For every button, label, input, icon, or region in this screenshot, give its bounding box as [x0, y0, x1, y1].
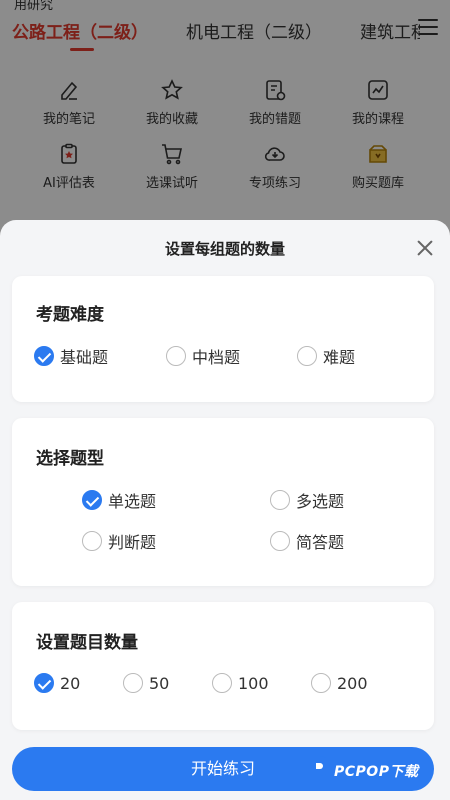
checkbox-empty-icon — [270, 490, 290, 510]
type-option-true-false[interactable]: 判断题 — [82, 529, 156, 553]
checkbox-empty-icon — [311, 673, 331, 693]
question-count-card: 设置题目数量 20 50 100 200 — [12, 602, 434, 730]
difficulty-option-basic[interactable]: 基础题 — [34, 344, 108, 368]
practice-settings-sheet: 设置每组题的数量 考题难度 基础题 中档题 难题 选择题型 单选题 多选题 判断… — [0, 220, 450, 800]
count-option-20[interactable]: 20 — [34, 673, 80, 693]
difficulty-title: 考题难度 — [36, 305, 104, 325]
difficulty-card: 考题难度 基础题 中档题 难题 — [12, 276, 434, 402]
checkbox-empty-icon — [297, 346, 317, 366]
type-option-multiple-choice[interactable]: 多选题 — [270, 488, 344, 512]
sheet-title: 设置每组题的数量 — [164, 240, 285, 258]
checkbox-empty-icon — [270, 531, 290, 551]
type-option-single-choice[interactable]: 单选题 — [82, 488, 156, 512]
question-type-card: 选择题型 单选题 多选题 判断题 简答题 — [12, 418, 434, 586]
option-label: 50 — [149, 673, 170, 693]
option-label: 100 — [238, 673, 269, 693]
type-option-short-answer[interactable]: 简答题 — [270, 529, 344, 553]
option-label: 简答题 — [296, 533, 345, 552]
difficulty-option-medium[interactable]: 中档题 — [166, 344, 240, 368]
count-option-200[interactable]: 200 — [311, 673, 368, 693]
option-label: 基础题 — [60, 348, 109, 367]
question-type-title: 选择题型 — [36, 449, 104, 469]
checkbox-empty-icon — [123, 673, 143, 693]
option-label: 判断题 — [108, 533, 157, 552]
question-count-title: 设置题目数量 — [36, 633, 138, 653]
close-icon[interactable] — [415, 238, 435, 258]
option-label: 难题 — [323, 348, 356, 367]
option-label: 中档题 — [192, 348, 241, 367]
checkbox-empty-icon — [212, 673, 232, 693]
difficulty-option-hard[interactable]: 难题 — [297, 344, 355, 368]
watermark-text: PCPOP下载 — [334, 764, 419, 780]
checkbox-empty-icon — [82, 531, 102, 551]
option-label: 20 — [60, 673, 81, 693]
option-label: 多选题 — [296, 492, 345, 511]
checkbox-empty-icon — [166, 346, 186, 366]
option-label: 单选题 — [108, 492, 157, 511]
option-label: 200 — [337, 673, 368, 693]
watermark-logo-icon — [308, 756, 330, 784]
checkbox-checked-icon — [82, 490, 102, 510]
watermark: PCPOP下载 — [304, 752, 444, 788]
checkbox-checked-icon — [34, 673, 54, 693]
count-option-50[interactable]: 50 — [123, 673, 169, 693]
checkbox-checked-icon — [34, 346, 54, 366]
count-option-100[interactable]: 100 — [212, 673, 269, 693]
